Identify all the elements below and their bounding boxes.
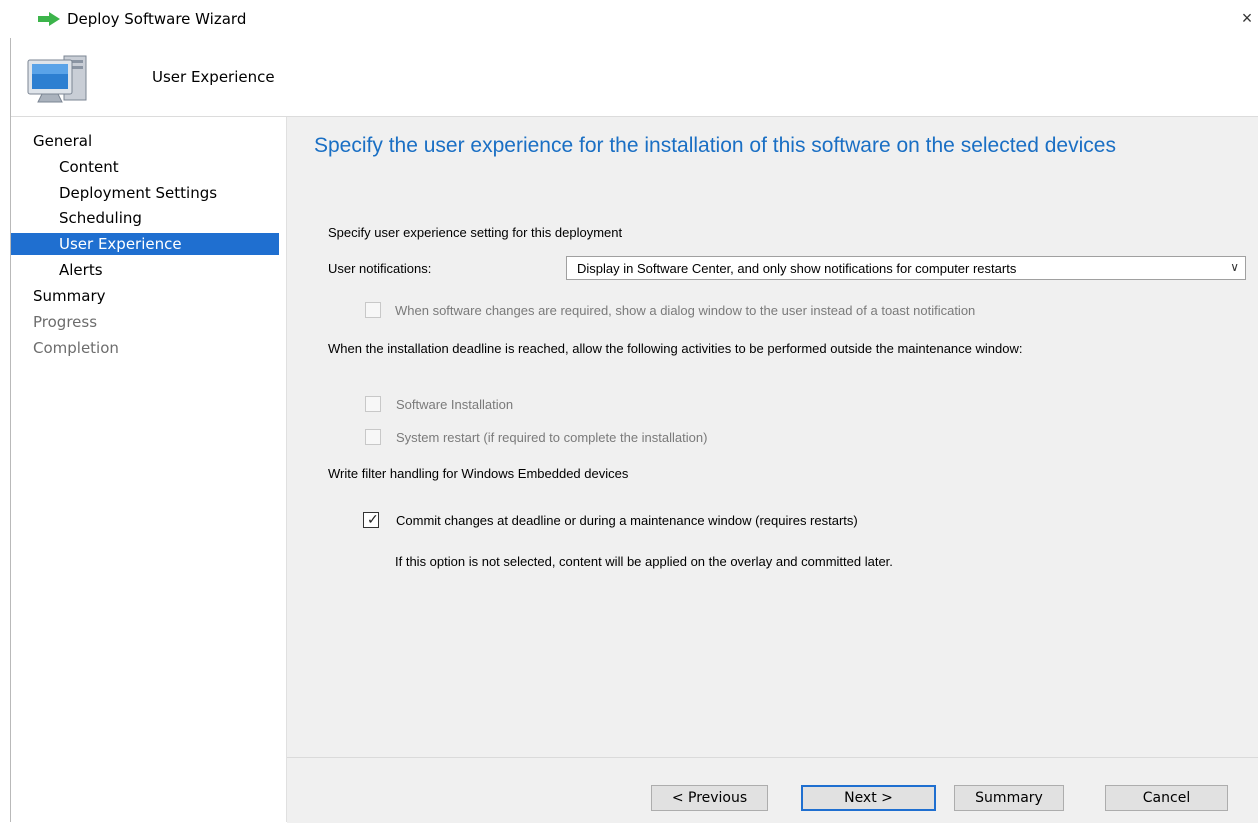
deadline-text: When the installation deadline is reache… [328,341,1023,356]
previous-button[interactable]: < Previous [651,785,768,811]
user-notifications-value: Display in Software Center, and only sho… [577,261,1017,276]
software-installation-label: Software Installation [396,397,514,412]
commit-changes-checkbox[interactable]: ✓ [363,511,379,528]
window-title: Deploy Software Wizard [67,10,247,28]
wizard-footer: < Previous Next > Summary Cancel [287,757,1258,823]
main-panel: Specify the user experience for the inst… [287,117,1258,757]
nav-item-content[interactable]: Content [11,156,279,178]
nav-item-general[interactable]: General [11,130,279,152]
summary-button[interactable]: Summary [954,785,1064,811]
nav-item-progress: Progress [33,313,98,331]
intro-text: Specify user experience setting for this… [328,225,623,240]
nav-item-completion: Completion [33,339,119,357]
nav-item-alerts[interactable]: Alerts [11,259,279,281]
computer-icon [27,55,87,103]
cancel-button[interactable]: Cancel [1105,785,1228,811]
wizard-nav: General Content Deployment Settings Sche… [11,117,287,822]
nav-item-summary[interactable]: Summary [11,285,279,307]
commit-note-text: If this option is not selected, content … [395,554,893,569]
checkmark-icon: ✓ [367,511,379,527]
write-filter-text: Write filter handling for Windows Embedd… [328,466,629,481]
next-button[interactable]: Next > [801,785,936,811]
nav-item-scheduling[interactable]: Scheduling [11,207,279,229]
page-title: Specify the user experience for the inst… [314,134,1116,157]
title-bar: Deploy Software Wizard × [0,0,1258,38]
nav-item-deployment-settings[interactable]: Deployment Settings [11,182,279,204]
system-restart-label: System restart (if required to complete … [396,430,708,445]
nav-item-user-experience[interactable]: User Experience [11,233,279,255]
dialog-window-checkbox[interactable] [365,302,381,318]
wizard-header: User Experience [11,38,1258,117]
arrow-right-icon [38,12,60,26]
user-notifications-select[interactable]: Display in Software Center, and only sho… [566,256,1246,280]
close-button[interactable]: × [1236,6,1258,30]
system-restart-checkbox[interactable] [365,429,381,445]
commit-changes-label: Commit changes at deadline or during a m… [396,513,858,528]
dialog-window-label: When software changes are required, show… [395,303,976,318]
chevron-down-icon: ∨ [1230,260,1239,274]
software-installation-checkbox[interactable] [365,396,381,412]
page-heading: User Experience [152,68,275,86]
user-notifications-label: User notifications: [328,261,432,276]
